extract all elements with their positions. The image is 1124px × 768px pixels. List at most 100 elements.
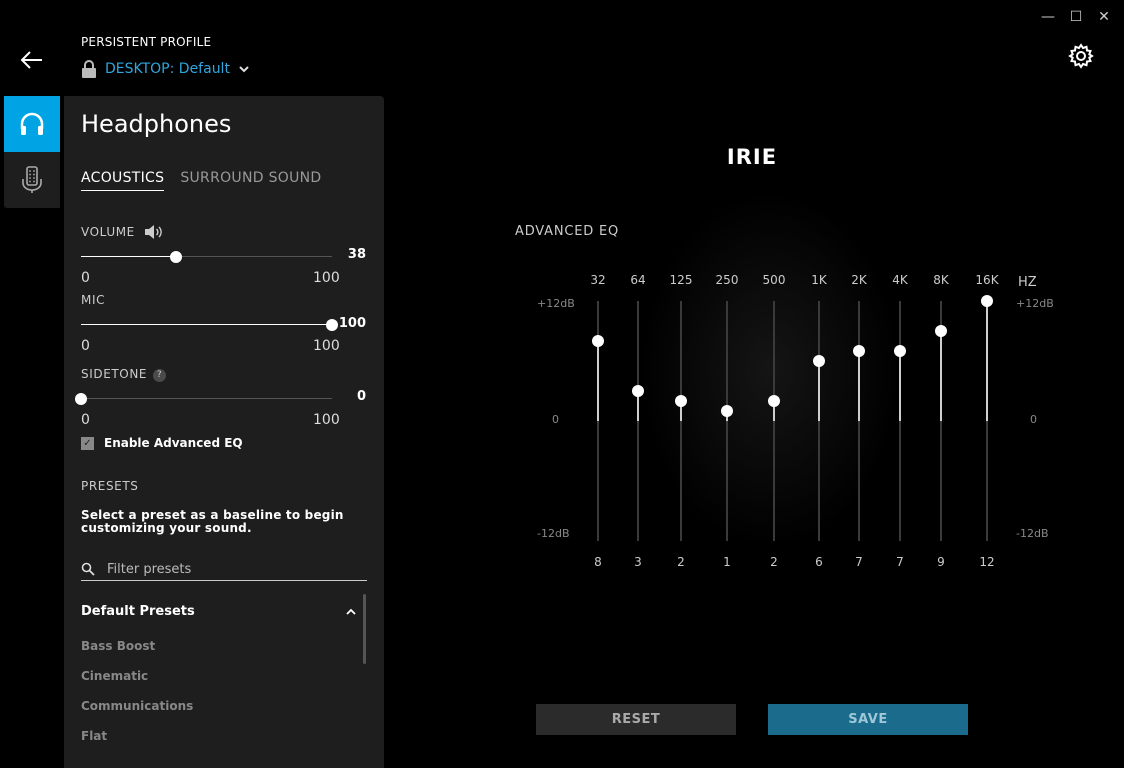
volume-min: 0 (81, 270, 90, 286)
db-top-left: +12dB (537, 297, 575, 310)
eq-frequency-label: 64 (630, 273, 646, 287)
eq-band-track[interactable] (726, 301, 728, 541)
default-presets-header[interactable]: Default Presets (81, 604, 357, 619)
sidetone-track (81, 398, 332, 399)
presets-scrollbar[interactable] (363, 594, 366, 664)
panel-title: Headphones (81, 110, 232, 138)
advanced-eq-toggle[interactable]: ✓ Enable Advanced EQ (81, 436, 243, 450)
eq-band-thumb[interactable] (894, 345, 906, 357)
sidetone-section: SIDETONE? (81, 367, 167, 382)
db-mid-left: 0 (552, 413, 559, 426)
eq-frequency-label: 16K (975, 273, 999, 287)
preset-item[interactable]: Flat (81, 729, 107, 743)
mic-max: 100 (313, 338, 340, 354)
db-bottom-right: -12dB (1016, 527, 1049, 540)
mic-slider[interactable] (81, 319, 338, 331)
eq-frequency-label: 32 (590, 273, 606, 287)
chevron-down-icon (239, 66, 249, 73)
eq-frequency-label: 1K (811, 273, 827, 287)
rail-item-microphone[interactable] (4, 152, 60, 208)
eq-band-value: 3 (634, 555, 642, 569)
eq-band-thumb[interactable] (981, 295, 993, 307)
help-icon[interactable]: ? (153, 369, 167, 382)
eq-band-fill (940, 331, 942, 421)
eq-preset-name: IRIE (726, 145, 778, 169)
eq-band-thumb[interactable] (768, 395, 780, 407)
eq-band-value: 7 (896, 555, 904, 569)
eq-band-track[interactable] (637, 301, 639, 541)
sidetone-min: 0 (81, 412, 90, 428)
chevron-up-icon (346, 608, 356, 615)
settings-button[interactable] (1068, 43, 1094, 69)
eq-band-track[interactable] (818, 301, 820, 541)
mic-value: 100 (338, 316, 366, 331)
preset-item[interactable]: Communications (81, 699, 193, 713)
eq-band-value: 7 (855, 555, 863, 569)
rail-item-headphones[interactable] (4, 96, 60, 152)
eq-frequency-label: 2K (851, 273, 867, 287)
db-top-right: +12dB (1016, 297, 1054, 310)
eq-band-thumb[interactable] (721, 405, 733, 417)
advanced-eq-label: Enable Advanced EQ (104, 436, 243, 450)
advanced-eq-heading: ADVANCED EQ (515, 224, 620, 239)
preset-filter[interactable] (81, 558, 367, 581)
minimize-button[interactable]: — (1034, 6, 1062, 28)
microphone-icon (22, 166, 42, 193)
volume-label: VOLUME (81, 225, 135, 239)
sidetone-slider[interactable] (75, 393, 332, 405)
eq-frequency-label: 125 (669, 273, 693, 287)
eq-band-track[interactable] (680, 301, 682, 541)
eq-band-thumb[interactable] (592, 335, 604, 347)
back-button[interactable] (18, 46, 46, 74)
sidetone-value: 0 (356, 389, 366, 404)
profile-caption: PERSISTENT PROFILE (81, 35, 212, 49)
profile-name: DESKTOP: Default (105, 61, 230, 77)
save-button[interactable]: SAVE (768, 704, 968, 735)
eq-band-thumb[interactable] (813, 355, 825, 367)
lock-icon (82, 60, 96, 78)
mic-min: 0 (81, 338, 90, 354)
eq-band-thumb[interactable] (935, 325, 947, 337)
eq-band-track[interactable] (773, 301, 775, 541)
mic-thumb[interactable] (326, 319, 338, 331)
hz-unit-label: HZ (1018, 275, 1037, 290)
eq-band-thumb[interactable] (853, 345, 865, 357)
default-presets-title: Default Presets (81, 604, 195, 619)
eq-band-value: 1 (723, 555, 731, 569)
eq-band-value: 9 (937, 555, 945, 569)
preset-filter-input[interactable] (107, 561, 347, 577)
eq-band-thumb[interactable] (632, 385, 644, 397)
profile-dropdown[interactable]: DESKTOP: Default (81, 60, 250, 78)
eq-band-value: 8 (594, 555, 602, 569)
close-button[interactable]: ✕ (1090, 6, 1118, 28)
sidetone-thumb[interactable] (75, 393, 87, 405)
eq-band-fill (818, 361, 820, 421)
presets-description: Select a preset as a baseline to begin c… (81, 508, 344, 535)
eq-band-track[interactable] (899, 301, 901, 541)
reset-button[interactable]: RESET (536, 704, 736, 735)
eq-band-track[interactable] (858, 301, 860, 541)
tabs: ACOUSTICS SURROUND SOUND (81, 170, 321, 191)
volume-thumb[interactable] (170, 251, 183, 263)
advanced-eq-checkbox[interactable]: ✓ (81, 436, 94, 450)
tab-surround-sound[interactable]: SURROUND SOUND (180, 170, 321, 191)
volume-section: VOLUME (81, 224, 163, 240)
eq-band-thumb[interactable] (675, 395, 687, 407)
eq-band-fill (986, 301, 988, 421)
presets-label: PRESETS (81, 479, 139, 493)
eq-band-fill (597, 341, 599, 421)
preset-item[interactable]: Bass Boost (81, 639, 155, 653)
eq-band-fill (858, 351, 860, 421)
gear-icon (1068, 43, 1094, 69)
search-icon (81, 562, 95, 576)
preset-item[interactable]: Cinematic (81, 669, 148, 683)
mic-fill (81, 324, 332, 325)
device-rail (4, 96, 60, 208)
maximize-button[interactable]: ☐ (1062, 6, 1090, 28)
volume-slider[interactable] (81, 251, 332, 263)
tab-acoustics[interactable]: ACOUSTICS (81, 170, 165, 191)
speaker-icon (144, 225, 162, 239)
arrow-left-icon (20, 51, 42, 69)
eq-band-value: 12 (979, 555, 995, 569)
eq-band-value: 6 (815, 555, 823, 569)
